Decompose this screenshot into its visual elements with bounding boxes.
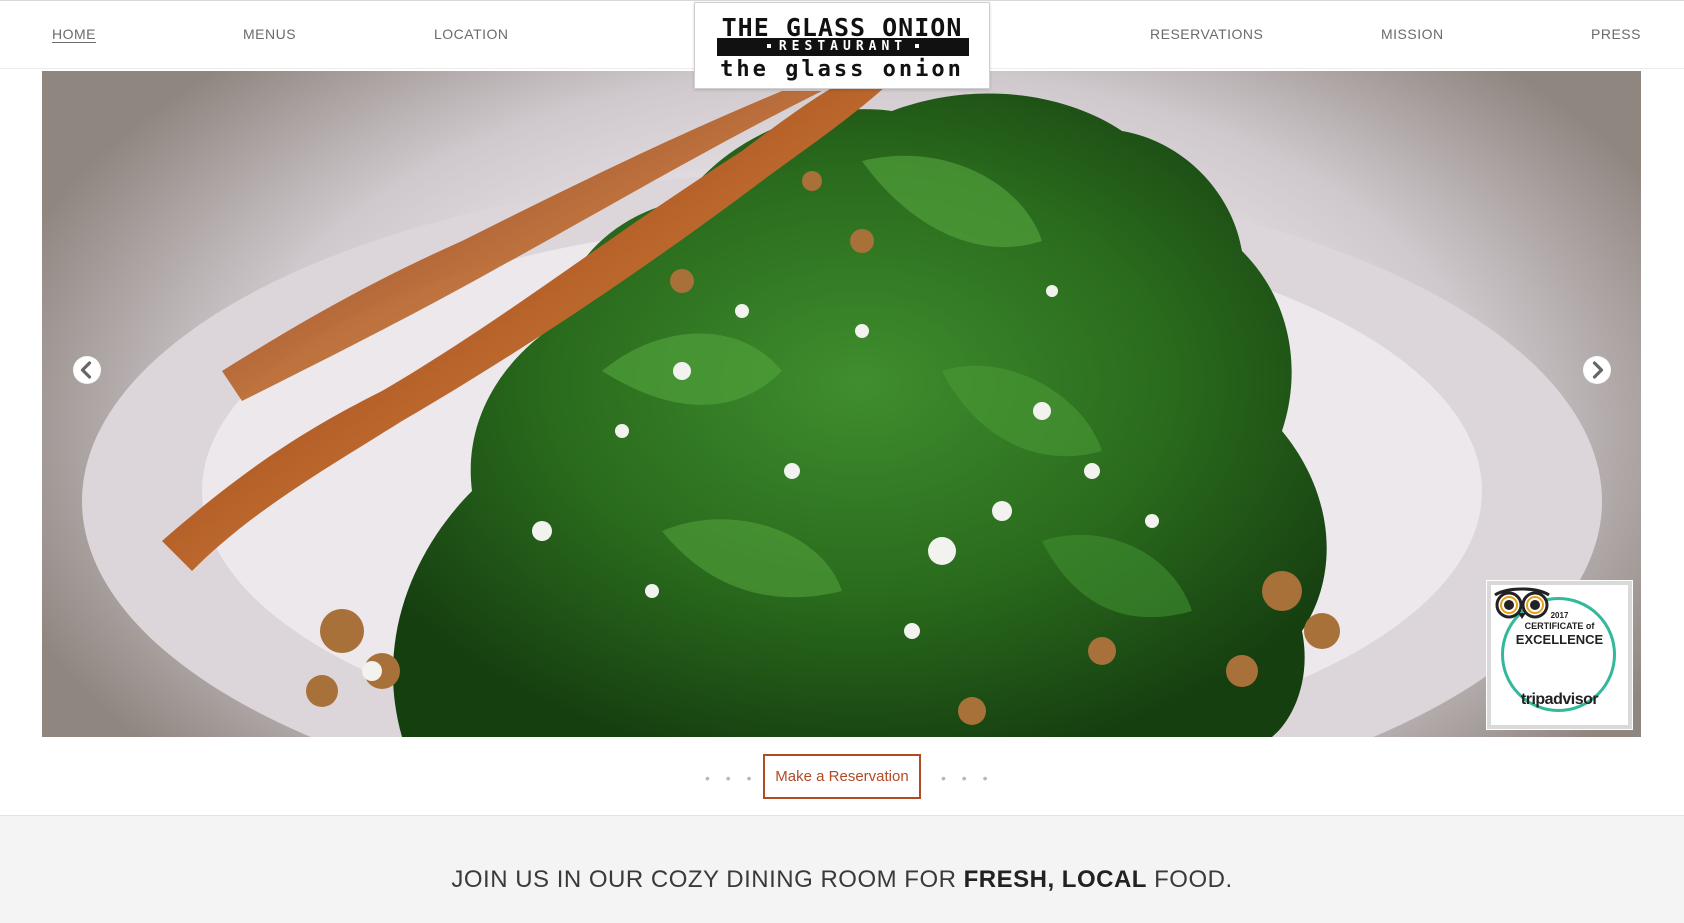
badge-subtitle: EXCELLENCE <box>1515 632 1604 647</box>
nav-reservations[interactable]: RESERVATIONS <box>1150 26 1263 42</box>
badge-title: CERTIFICATE of <box>1524 621 1595 631</box>
nav-location[interactable]: LOCATION <box>434 26 509 42</box>
make-reservation-button[interactable]: Make a Reservation <box>763 754 921 799</box>
tagline-band: JOIN US IN OUR COZY DINING ROOM FOR FRES… <box>0 815 1684 923</box>
badge-brand: tripadvisor <box>1520 691 1599 708</box>
hero-food-image <box>82 71 1602 737</box>
slide-next-button[interactable] <box>1583 356 1611 384</box>
slide-prev-button[interactable] <box>73 356 101 384</box>
chevron-left-icon <box>74 357 100 383</box>
tagline-tail: FOOD. <box>1146 866 1233 893</box>
hero-slideshow: 2017 CERTIFICATE of EXCELLENCE tripadvis… <box>42 71 1641 737</box>
nav-menus[interactable]: MENUS <box>243 26 296 42</box>
tagline-lead: JOIN US IN OUR COZY DINING ROOM FOR <box>451 866 964 893</box>
tagline: JOIN US IN OUR COZY DINING ROOM FOR FRES… <box>0 866 1684 894</box>
logo-restaurant-bar: RESTAURANT <box>717 38 969 56</box>
tripadvisor-owl-icon <box>1494 587 1550 619</box>
decorative-dots-right: • • • <box>941 770 994 786</box>
logo-subtitle: RESTAURANT <box>778 39 908 54</box>
tagline-emphasis: FRESH, LOCAL <box>963 866 1147 893</box>
site-logo[interactable]: THE GLASS ONION RESTAURANT the glass oni… <box>694 2 990 89</box>
tripadvisor-certificate-badge[interactable]: 2017 CERTIFICATE of EXCELLENCE tripadvis… <box>1486 580 1633 730</box>
chevron-right-icon <box>1584 357 1610 383</box>
nav-press[interactable]: PRESS <box>1591 26 1641 42</box>
logo-script-name: the glass onion <box>720 57 964 82</box>
decorative-dots-left: • • • <box>705 770 758 786</box>
nav-mission[interactable]: MISSION <box>1381 26 1444 42</box>
nav-home[interactable]: HOME <box>52 26 96 42</box>
